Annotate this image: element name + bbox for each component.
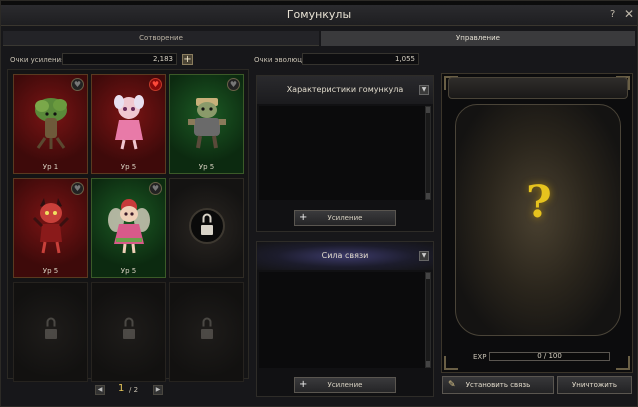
slot-level: Ур 5 <box>120 163 137 171</box>
boost-points-value: 2,183 <box>62 53 177 65</box>
lock-body <box>44 328 57 339</box>
lock-body <box>200 224 213 235</box>
lock-icon <box>202 317 211 327</box>
favorite-heart-icon[interactable]: ♥ <box>149 78 162 91</box>
exp-progress-text: 0 / 100 <box>537 352 562 360</box>
tab-creation[interactable]: Сотворение <box>3 31 319 46</box>
lock-body <box>122 328 135 339</box>
homunculus-slot-1[interactable]: ♥ Ур 1 <box>13 74 88 174</box>
favorite-heart-icon[interactable]: ♥ <box>71 78 84 91</box>
title-bar[interactable]: Гомункулы ? ✕ <box>1 5 637 26</box>
tab-management[interactable]: Управление <box>321 31 635 46</box>
characteristics-scrollbar[interactable] <box>425 106 431 200</box>
evolution-points-value: 1,055 <box>302 53 419 65</box>
pink-fairy-icon <box>113 95 144 150</box>
destroy-label: Уничтожить <box>572 381 617 389</box>
prev-page-button[interactable]: ◀ <box>95 385 105 395</box>
lock-icon <box>124 317 133 327</box>
bond-strength-list <box>259 272 427 368</box>
next-page-button[interactable]: ▶ <box>153 385 163 395</box>
characteristics-list <box>259 106 427 200</box>
establish-link-label: Установить связь <box>465 381 531 389</box>
bond-boost-button[interactable]: + Усиление <box>294 377 396 393</box>
expand-icon[interactable]: ▼ <box>419 251 429 261</box>
homunculus-slot-5[interactable]: ♥ Ур 5 <box>91 178 166 278</box>
characteristics-title: Характеристики гомункула <box>257 76 433 104</box>
favorite-heart-icon[interactable]: ♥ <box>227 78 240 91</box>
slot-level: Ур 5 <box>198 163 215 171</box>
bond-strength-panel: Сила связи ▼ + Усиление <box>256 241 434 397</box>
tab-bar: Сотворение Управление <box>1 31 637 46</box>
favorite-heart-icon[interactable]: ♥ <box>149 182 162 195</box>
homunculus-preview: ? EXP 0 / 100 <box>441 73 633 373</box>
empty-slot <box>91 282 166 382</box>
boost-button-label: Усиление <box>327 381 363 389</box>
frame-corner <box>444 356 458 370</box>
add-boost-button[interactable]: + <box>182 54 193 65</box>
boost-button-label: Усиление <box>327 214 363 222</box>
pagination: ◀ 1 / 2 ▶ <box>7 383 249 397</box>
empty-slot <box>13 282 88 382</box>
scroll-up-icon[interactable] <box>426 107 430 113</box>
tree-creature-icon <box>34 98 67 150</box>
lock-icon <box>46 317 55 327</box>
slot-level: Ур 5 <box>120 267 137 275</box>
boost-points-label: Очки усиления <box>10 56 66 64</box>
homunculus-grid: ♥ Ур 1 ♥ Ур 5 ♥ Ур 5 ♥ Ур 5 ♥ Ур 5 <box>7 69 249 382</box>
frame-corner <box>616 356 630 370</box>
jar-lid <box>448 77 628 99</box>
current-page: 1 <box>118 383 125 394</box>
scroll-up-icon[interactable] <box>426 273 430 279</box>
exp-progress-bar: 0 / 100 <box>489 352 610 361</box>
slot-level: Ур 1 <box>42 163 59 171</box>
plus-icon: + <box>299 379 308 390</box>
plus-icon: + <box>299 212 308 223</box>
bond-strength-title: Сила связи <box>257 242 433 270</box>
bond-strength-scrollbar[interactable] <box>425 272 431 368</box>
window-title: Гомункулы <box>286 8 352 21</box>
link-icon: ✎ <box>448 380 456 390</box>
flower-fairy-icon <box>107 199 150 254</box>
armored-goblin-icon <box>187 98 226 149</box>
lock-body <box>200 328 213 339</box>
unknown-question-icon: ? <box>526 177 552 228</box>
establish-link-button[interactable]: ✎ Установить связь <box>442 376 554 394</box>
homunculus-slot-3[interactable]: ♥ Ур 5 <box>169 74 244 174</box>
total-pages: / 2 <box>129 386 139 394</box>
characteristics-panel: Характеристики гомункула ▼ + Усиление <box>256 75 434 232</box>
slot-level: Ур 5 <box>42 267 59 275</box>
homunculus-window: Гомункулы ? ✕ Сотворение Управление Очки… <box>0 0 638 407</box>
horned-imp-icon <box>32 198 69 254</box>
destroy-button[interactable]: Уничтожить <box>557 376 632 394</box>
scroll-down-icon[interactable] <box>426 193 430 199</box>
locked-slot[interactable] <box>169 178 244 278</box>
help-icon[interactable]: ? <box>610 9 615 20</box>
close-icon[interactable]: ✕ <box>624 7 634 21</box>
homunculus-slot-4[interactable]: ♥ Ур 5 <box>13 178 88 278</box>
lock-icon <box>202 213 211 223</box>
exp-label: EXP <box>473 353 487 361</box>
scroll-down-icon[interactable] <box>426 361 430 367</box>
characteristics-boost-button[interactable]: + Усиление <box>294 210 396 226</box>
homunculus-slot-2[interactable]: ♥ Ур 5 <box>91 74 166 174</box>
empty-slot <box>169 282 244 382</box>
favorite-heart-icon[interactable]: ♥ <box>71 182 84 195</box>
expand-icon[interactable]: ▼ <box>419 85 429 95</box>
